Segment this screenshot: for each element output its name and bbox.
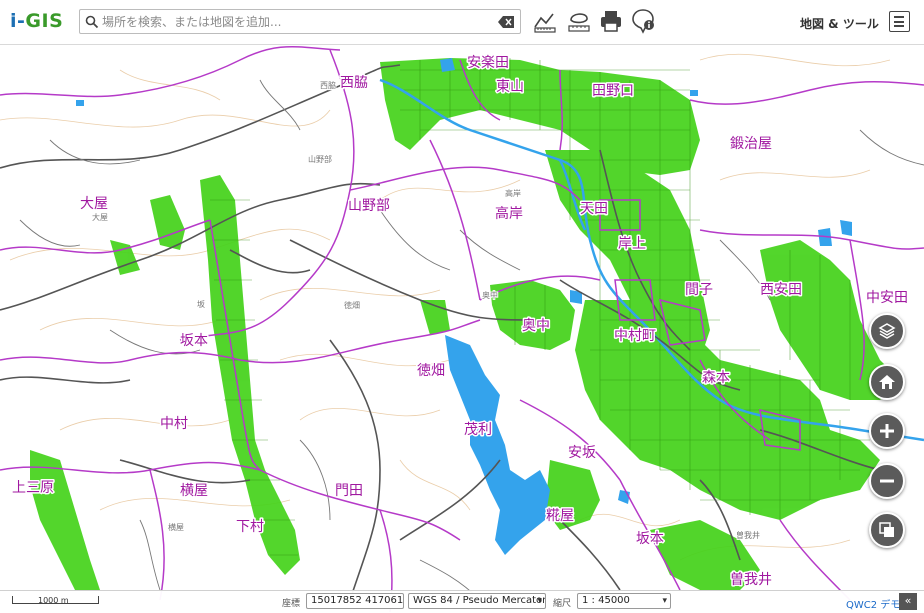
label-nishiwaki: 西脇	[340, 75, 368, 91]
home-button[interactable]	[869, 364, 905, 400]
label-yasaka: 安坂	[568, 445, 596, 461]
label-shimomura: 下村	[236, 519, 264, 535]
zoom-out-icon	[880, 479, 894, 483]
label-shigeri: 茂利	[464, 421, 492, 438]
label-sogai: 曽我井	[730, 572, 772, 588]
small-label-saka: 坂	[197, 299, 205, 309]
map-canvas[interactable]: 安楽田 西脇 東山 田野口 鍛治屋 大屋 山野部 高岸 天田 岸上 西安田 中安…	[0, 0, 924, 612]
search-input[interactable]	[102, 12, 492, 31]
label-kiraku: 安楽田	[467, 55, 509, 71]
small-label-sogai: 曽我井	[736, 530, 760, 540]
home-icon	[879, 375, 895, 389]
draw-icon[interactable]	[566, 8, 592, 34]
label-yokoya: 横屋	[180, 483, 208, 499]
label-kajiya: 鍛治屋	[730, 136, 772, 152]
clear-search-icon[interactable]	[498, 16, 514, 28]
label-nakamura: 中村	[160, 416, 188, 432]
label-nakamuracho: 中村町	[614, 328, 656, 344]
menu-icon[interactable]	[889, 11, 910, 32]
label-higashiyama: 東山	[496, 79, 524, 95]
layers-button[interactable]	[869, 313, 905, 349]
label-nishiyasuda: 西安田	[760, 282, 802, 298]
label-tenda: 天田	[580, 201, 608, 217]
search-icon	[85, 15, 99, 29]
info-icon[interactable]	[630, 8, 656, 34]
app-logo: i-GIS	[10, 10, 64, 32]
scale-value: 1 : 45000	[582, 595, 630, 606]
chevron-down-icon: ▾	[537, 596, 542, 606]
zoom-out-button[interactable]	[869, 463, 905, 499]
crs-value: WGS 84 / Pseudo Mercator	[413, 595, 546, 606]
small-label-yamanobe: 山野部	[308, 154, 332, 164]
label-yamanobe: 山野部	[348, 198, 390, 214]
label-tokuhata: 徳畑	[417, 363, 445, 379]
crs-select[interactable]: WGS 84 / Pseudo Mercator ▾	[408, 593, 546, 609]
coordinate-display[interactable]: 15017852 4170614	[306, 593, 404, 609]
label-kishiue: 岸上	[618, 236, 646, 252]
small-label-takagishi: 高岸	[505, 188, 521, 198]
basemap-icon	[879, 522, 894, 537]
zoom-in-icon	[880, 424, 894, 438]
label-takagishi: 高岸	[495, 205, 523, 222]
small-label-tokuhata: 徳畑	[344, 300, 360, 310]
scale-select[interactable]: 1 : 45000 ▾	[577, 593, 671, 609]
chevron-down-icon: ▾	[662, 596, 667, 606]
basemap-button[interactable]	[869, 512, 905, 548]
label-sakamoto-west: 坂本	[180, 333, 208, 349]
label-morimoto: 森本	[702, 370, 730, 386]
small-label-nishiwaki: 西脇	[320, 81, 336, 90]
label-koya: 糀屋	[546, 508, 574, 524]
label-kamisanbara: 上三原	[12, 480, 54, 496]
status-bar: 1000 m 座標 15017852 4170614 WGS 84 / Pseu…	[0, 590, 924, 613]
small-label-yokoya: 横屋	[168, 522, 184, 532]
label-koma: 間子	[685, 282, 713, 298]
measure-icon[interactable]	[532, 8, 558, 34]
small-label-oya: 大屋	[92, 212, 108, 222]
scale-bar-text: 1000 m	[38, 596, 69, 605]
small-label-okunaka: 奥中	[482, 290, 498, 300]
collapse-panel-button[interactable]: «	[899, 593, 917, 610]
coordinate-label: 座標	[282, 599, 301, 609]
scale-label: 縮尺	[553, 599, 572, 609]
qwc2-demo-link[interactable]: QWC2 デモ	[846, 596, 900, 611]
label-monden: 門田	[335, 483, 363, 499]
label-okunaka: 奥中	[522, 317, 550, 334]
search-box	[79, 9, 521, 34]
label-oya: 大屋	[80, 196, 108, 212]
label-tanoguchi: 田野口	[592, 83, 634, 99]
label-sakamoto-south: 坂本	[636, 531, 664, 547]
label-nakayasuda: 中安田	[866, 290, 908, 306]
print-icon[interactable]	[598, 8, 624, 34]
zoom-in-button[interactable]	[869, 413, 905, 449]
layers-icon	[878, 323, 896, 339]
map-tools-menu[interactable]: 地図 & ツール	[800, 15, 879, 32]
top-toolbar: i-GIS 地図 & ツール	[0, 0, 924, 45]
